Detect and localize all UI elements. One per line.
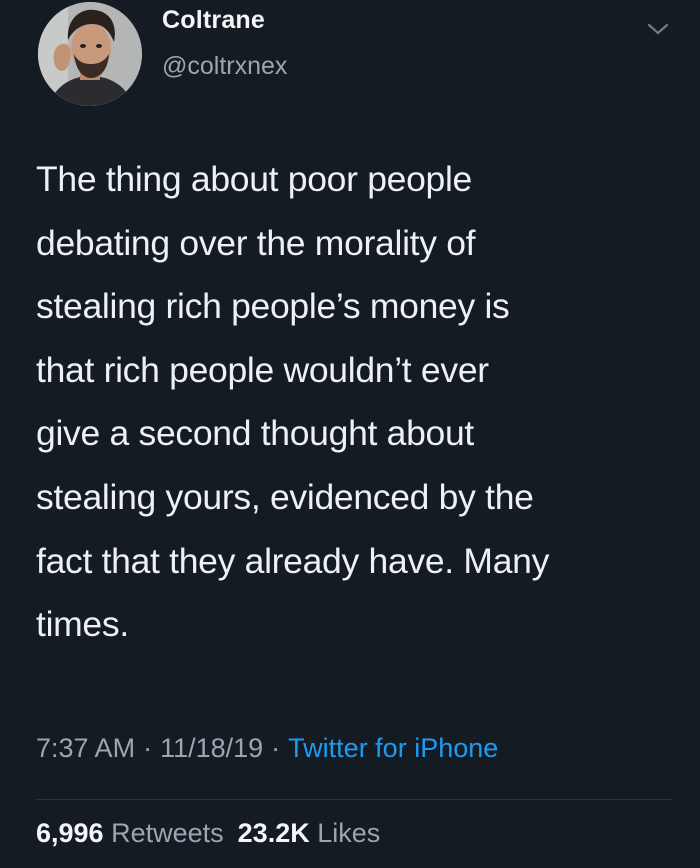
likes-label: Likes [317,818,381,848]
tweet-text-line: stealing rich people’s money is [36,286,510,327]
tweet-time[interactable]: 7:37 AM [36,733,135,763]
meta-separator: · [143,733,153,763]
tweet-meta: 7:37 AM · 11/18/19 · Twitter for iPhone [36,733,498,764]
divider [36,799,672,800]
tweet-date[interactable]: 11/18/19 [160,733,263,763]
tweet-text-line: stealing yours, evidenced by the [36,476,534,517]
tweet-text-line: fact that they already have. Many [36,540,550,581]
tweet-text-line: debating over the morality of [36,222,476,263]
likes-count: 23.2K [237,818,310,848]
tweet-text-line: The thing about poor people [36,159,472,199]
tweet-stats: 6,996 Retweets 23.2K Likes [36,818,380,849]
author-display-name[interactable]: Coltrane [162,6,265,35]
meta-separator: · [271,733,281,763]
likes-stat[interactable]: 23.2K Likes [238,818,381,848]
avatar-photo [38,2,142,106]
retweets-count: 6,996 [36,818,104,848]
tweet-text-line: give a second thought about [36,413,474,454]
retweets-stat[interactable]: 6,996 Retweets [36,818,224,848]
tweet-text-line: that rich people wouldn’t ever [36,349,489,390]
chevron-down-icon[interactable] [646,20,670,38]
tweet-source-link[interactable]: Twitter for iPhone [288,733,498,763]
author-handle[interactable]: @coltrxnex [162,52,287,81]
tweet-text-line: times. [36,604,129,645]
tweet: Coltrane @coltrxnex The thing about poor… [0,0,700,868]
avatar[interactable] [38,2,142,106]
tweet-text: The thing about poor people debating ove… [36,148,676,657]
retweets-label: Retweets [111,818,224,848]
